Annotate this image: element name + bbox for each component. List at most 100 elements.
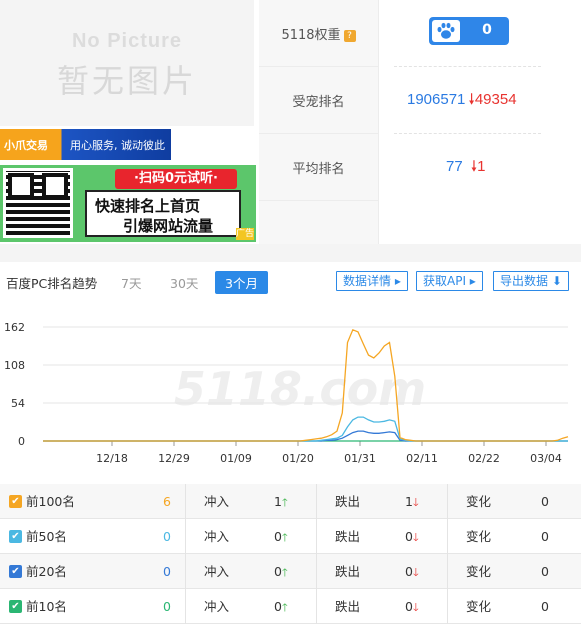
table-row[interactable]: ✔ 前10名 0 冲入 0🡑 跌出 0🡓 变化 0 [0, 589, 581, 624]
row-count: 0 [163, 529, 171, 544]
rank-stats-table: ✔ 前100名 6 冲入 1🡑 跌出 1🡓 变化 0 ✔ 前50名 0 冲入 0🡑 跌出 0🡓 变化 0 ✔ 前20名… [0, 484, 581, 632]
x-tick-label: 02/11 [406, 452, 438, 465]
metric-row-weight: 5118权重? 0 [259, 0, 581, 67]
range-tab-30d[interactable]: 30天 [170, 273, 198, 292]
change-value: 0 [541, 529, 549, 544]
in-label: 冲入 [204, 564, 230, 579]
ad-line2: 引爆网站流量 [123, 217, 214, 235]
out-value: 1🡓 [405, 494, 419, 509]
out-value: 0🡓 [405, 564, 419, 579]
x-tick-label: 02/22 [468, 452, 500, 465]
range-tab-3m[interactable]: 3个月 [215, 271, 268, 294]
popularity-rank-value[interactable]: 1906571 🠗49354 [407, 89, 517, 114]
table-row[interactable]: ✔ 前20名 0 冲入 0🡑 跌出 0🡓 变化 0 [0, 554, 581, 589]
table-row[interactable]: ✔ 前50名 0 冲入 0🡑 跌出 0🡓 变化 0 [0, 519, 581, 554]
ad-line1: 快速排名上首页 [95, 197, 201, 215]
x-tick-label: 01/09 [220, 452, 252, 465]
out-value: 0🡓 [405, 529, 419, 544]
in-value: 0🡑 [274, 599, 288, 614]
data-details-button[interactable]: 数据详情 ▸ [336, 271, 408, 291]
series-checkbox[interactable]: ✔ [9, 495, 22, 508]
ad-brand: 小爪交易 [4, 139, 48, 152]
y-tick-label: 108 [4, 359, 25, 372]
row-count: 6 [163, 494, 171, 509]
metric-label: 受宠排名 [259, 67, 378, 134]
up-arrow-icon: 🡑 [281, 496, 288, 509]
section-separator [0, 244, 581, 262]
change-value: 0 [541, 599, 549, 614]
ranking-trend-panel: 百度PC排名趋势 7天 30天 3个月 数据详情 ▸ 获取API ▸ 导出数据 … [0, 262, 581, 484]
help-icon[interactable]: ? [343, 30, 356, 42]
in-value: 0🡑 [274, 529, 288, 544]
paw-icon [432, 20, 460, 42]
site-summary: No Picture 暂无图片 小爪交易 用心服务, 诚动彼此 ·扫码0元试听·… [0, 0, 581, 244]
metric-value-cell: 0 [378, 0, 581, 67]
metric-label: 5118权重? [259, 0, 378, 67]
metric-row-popularity-rank: 受宠排名 1906571 🠗49354 [259, 67, 581, 134]
out-value: 0🡓 [405, 599, 419, 614]
x-tick-label: 01/31 [344, 452, 376, 465]
series-checkbox[interactable]: ✔ [9, 600, 22, 613]
x-tick-label: 12/29 [158, 452, 190, 465]
ad-text-box: 快速排名上首页 引爆网站流量 [85, 190, 241, 237]
metric-label: 平均排名 [259, 134, 378, 201]
in-label: 冲入 [204, 529, 230, 544]
down-arrow-icon: 🡓 [412, 496, 419, 509]
y-tick-label: 162 [4, 321, 25, 334]
ad-pill: ·扫码0元试听· [115, 169, 237, 189]
change-value: 0 [541, 494, 549, 509]
in-value: 1🡑 [274, 494, 288, 509]
ad-banner-xiaozhua[interactable]: 小爪交易 用心服务, 诚动彼此 [0, 129, 171, 160]
qr-code-icon [3, 168, 73, 238]
ad-corner-badge: 广告 [236, 228, 255, 240]
weight-value: 0 [482, 22, 492, 38]
change-label: 变化 [466, 599, 492, 614]
series-line-前20名 [43, 430, 568, 442]
x-tick-label: 03/04 [530, 452, 562, 465]
series-checkbox[interactable]: ✔ [9, 530, 22, 543]
metric-value-cell: 1906571 🠗49354 [378, 67, 581, 134]
series-line-前50名 [43, 416, 568, 442]
metrics-panel: 5118权重? 0 受宠排名 1906571 🠗49354 平均排名 77 🠗1 [259, 0, 581, 244]
series-checkbox[interactable]: ✔ [9, 565, 22, 578]
in-label: 冲入 [204, 494, 230, 509]
change-value: 0 [541, 564, 549, 579]
export-data-button[interactable]: 导出数据 ⬇ [493, 271, 569, 291]
y-tick-label: 54 [11, 397, 25, 410]
metric-row-average-rank: 平均排名 77 🠗1 [259, 134, 581, 201]
row-label: 前50名 [26, 529, 67, 544]
weight-badge[interactable]: 0 [429, 17, 509, 45]
row-label: 前20名 [26, 564, 67, 579]
chart-watermark: 5118.com [174, 362, 426, 416]
ad-banner-ranking[interactable]: ·扫码0元试听· 快速排名上首页 引爆网站流量 广告 [0, 165, 256, 242]
row-label: 前100名 [26, 494, 75, 509]
up-arrow-icon: 🡑 [281, 531, 288, 544]
get-api-button[interactable]: 获取API ▸ [416, 271, 483, 291]
row-label: 前10名 [26, 599, 67, 614]
out-label: 跌出 [335, 494, 361, 509]
up-arrow-icon: 🡑 [281, 601, 288, 614]
x-tick-label: 01/20 [282, 452, 314, 465]
row-count: 0 [163, 564, 171, 579]
ad-slogan: 用心服务, 诚动彼此 [70, 139, 165, 152]
down-arrow-icon: 🡓 [412, 531, 419, 544]
out-label: 跌出 [335, 529, 361, 544]
y-tick-label: 0 [18, 435, 25, 448]
in-label: 冲入 [204, 599, 230, 614]
placeholder-en-text: No Picture [71, 30, 183, 52]
change-label: 变化 [466, 529, 492, 544]
placeholder-cn-text: 暂无图片 [56, 62, 197, 100]
trend-chart: 5118.com 162 108 54 0 12/18 12/29 01/09 01/20 01/… [4, 321, 569, 465]
in-value: 0🡑 [274, 564, 288, 579]
table-row[interactable]: ✔ 前100名 6 冲入 1🡑 跌出 1🡓 变化 0 [0, 484, 581, 519]
metric-value-cell: 77 🠗1 [378, 134, 581, 201]
average-rank-value: 77 🠗1 [446, 158, 486, 175]
row-count: 0 [163, 599, 171, 614]
x-tick-label: 12/18 [96, 452, 128, 465]
change-label: 变化 [466, 494, 492, 509]
out-label: 跌出 [335, 599, 361, 614]
up-arrow-icon: 🡑 [281, 566, 288, 579]
chart-title: 百度PC排名趋势 [6, 276, 98, 291]
range-tab-7d[interactable]: 7天 [121, 273, 141, 292]
site-thumbnail-placeholder: No Picture 暂无图片 [0, 0, 254, 126]
